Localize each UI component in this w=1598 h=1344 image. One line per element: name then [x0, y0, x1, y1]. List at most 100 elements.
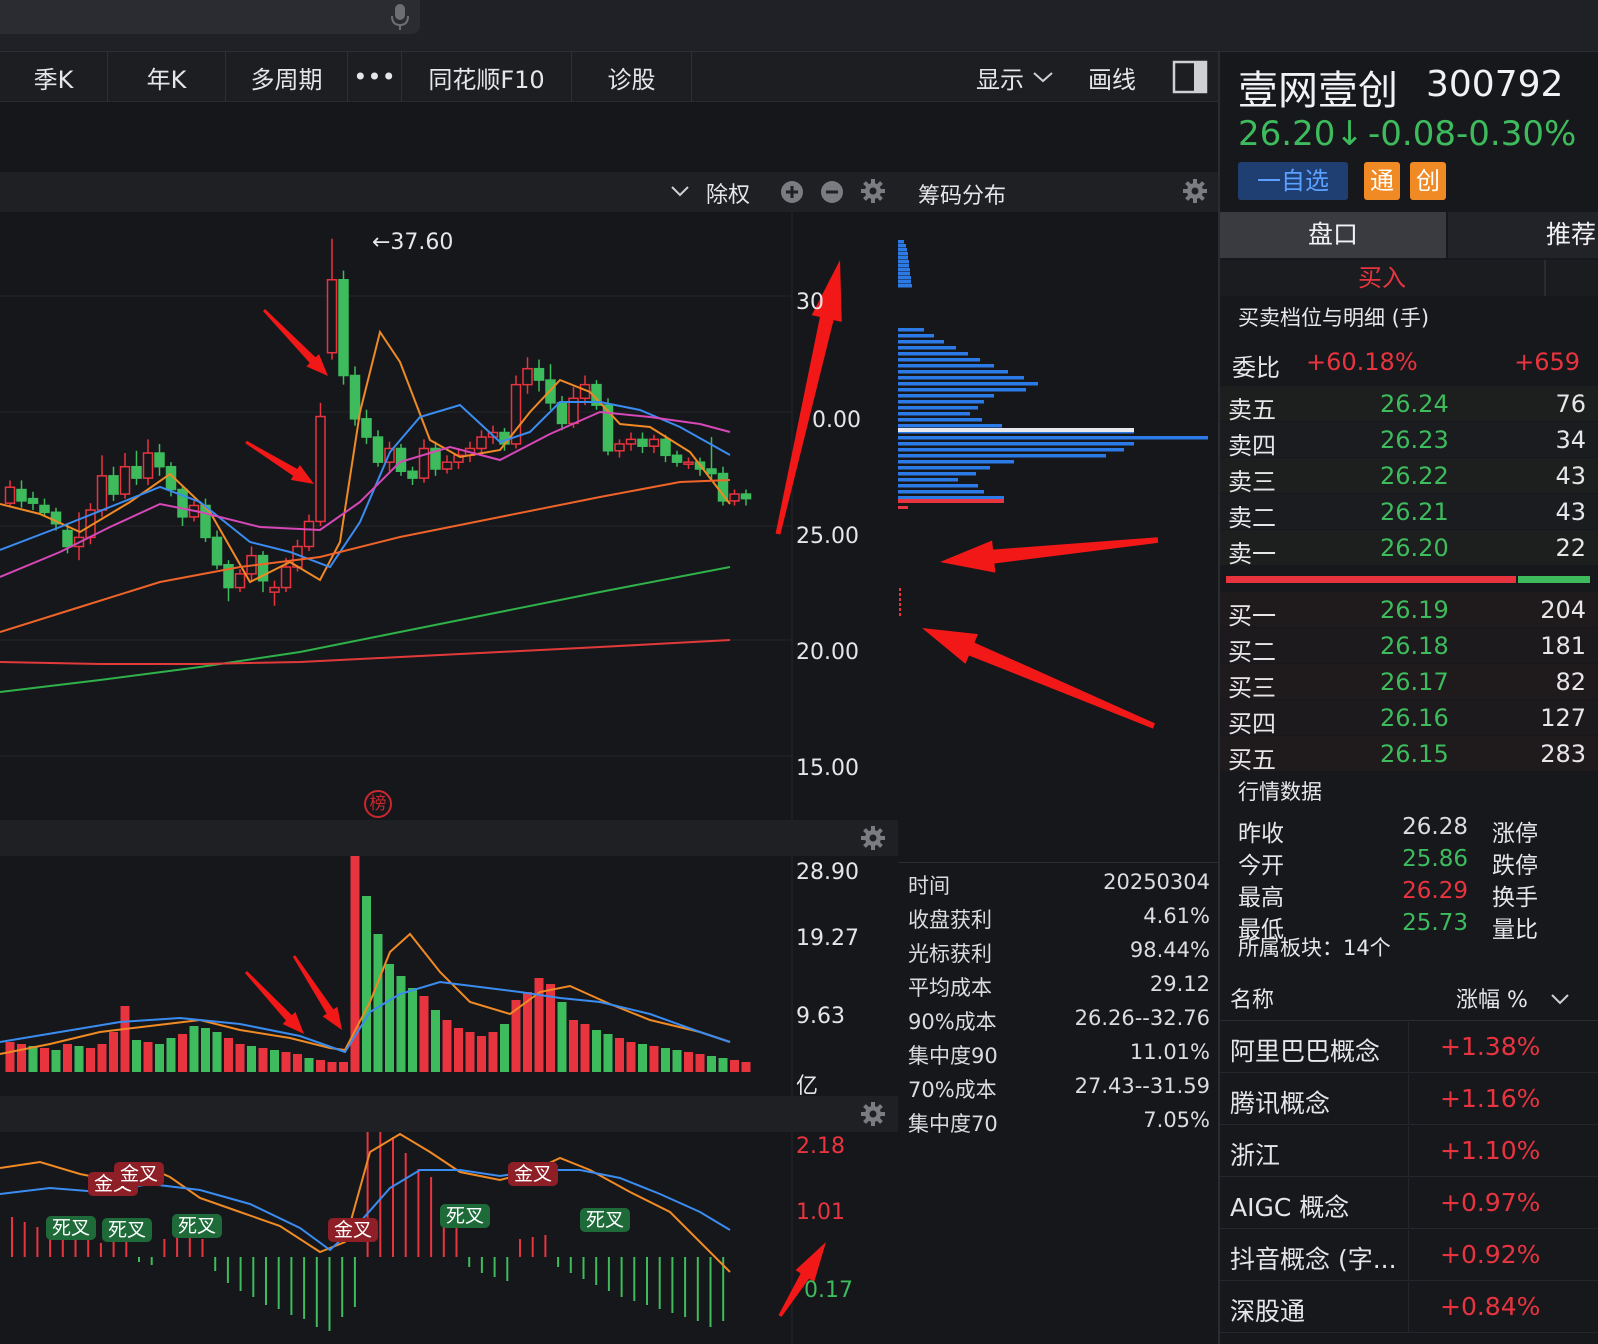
board-row[interactable]: 深股通 +0.84%: [1220, 1282, 1598, 1333]
sell-tab[interactable]: [1546, 260, 1598, 296]
bid-level[interactable]: 买五 26.15 283: [1220, 736, 1598, 774]
display-menu[interactable]: 显示: [976, 52, 1054, 102]
tab-multi-period[interactable]: 多周期: [226, 52, 348, 102]
board-row[interactable]: 抖音概念 (字... +0.92%: [1220, 1230, 1598, 1281]
chevron-down-icon[interactable]: [1550, 992, 1570, 1006]
board-row[interactable]: AIGC 概念 +0.97%: [1220, 1178, 1598, 1229]
tab-year-k[interactable]: 年K: [108, 52, 226, 102]
quote-label: 最高: [1238, 885, 1284, 911]
gear-icon[interactable]: [1182, 178, 1208, 204]
candlestick: [625, 432, 637, 451]
board-name: 阿里巴巴概念: [1230, 1037, 1381, 1066]
volume-bar: [178, 1034, 187, 1072]
bid-price: 26.19: [1380, 596, 1449, 624]
bid-level[interactable]: 买一 26.19 204: [1220, 592, 1598, 630]
volume-bar: [603, 1034, 613, 1072]
volume-bar: [120, 1006, 130, 1072]
ask-level[interactable]: 卖一 26.20 22: [1220, 530, 1598, 568]
bid-volume: 127: [1540, 704, 1586, 732]
chip-bar: [898, 388, 1026, 392]
ask-level[interactable]: 卖五 26.24 76: [1220, 386, 1598, 424]
ask-volume: 43: [1555, 462, 1586, 490]
more-icon[interactable]: •••: [348, 52, 402, 102]
ask-level[interactable]: 卖二 26.21 43: [1220, 494, 1598, 532]
board-change: +0.92%: [1440, 1240, 1541, 1269]
gem-tag[interactable]: 创: [1410, 162, 1446, 200]
gear-icon[interactable]: [860, 178, 886, 204]
board-name-header[interactable]: 名称: [1230, 982, 1274, 1014]
bid-level[interactable]: 买二 26.18 181: [1220, 628, 1598, 666]
board-row[interactable]: 阿里巴巴概念 +1.38%: [1220, 1022, 1598, 1073]
chip-bar: [898, 496, 1004, 500]
chip-bar: [898, 442, 1134, 446]
zoom-out-icon[interactable]: [820, 180, 844, 204]
ma120-line: [0, 566, 731, 693]
gear-icon[interactable]: [861, 1102, 885, 1126]
board-change: +0.84%: [1440, 1292, 1541, 1321]
microphone-icon[interactable]: [388, 2, 412, 32]
board-row[interactable]: 浙江 +1.10%: [1220, 1126, 1598, 1177]
gear-icon[interactable]: [861, 826, 885, 850]
volume-bar: [730, 1060, 739, 1072]
tab-diagnose[interactable]: 诊股: [572, 52, 692, 102]
candlestick: [223, 560, 234, 602]
volume-bar: [626, 1042, 636, 1072]
chip-bar: [898, 358, 980, 362]
column-divider: [1408, 1178, 1409, 1229]
board-row[interactable]: 腾讯概念 +1.16%: [1220, 1074, 1598, 1125]
candlestick: [361, 409, 372, 444]
board-change-header[interactable]: 涨幅 %: [1456, 982, 1528, 1014]
chip-bar: [898, 284, 912, 288]
tab-f10[interactable]: 同花顺F10: [402, 52, 572, 102]
quote-value: 26.29: [1402, 878, 1468, 904]
buy-tab[interactable]: 买入: [1220, 260, 1546, 296]
column-divider: [1408, 1126, 1409, 1177]
volume-bar: [293, 1054, 302, 1072]
bid-level[interactable]: 买三 26.17 82: [1220, 664, 1598, 702]
chip-stat-row: 收盘获利 4.61%: [908, 904, 1210, 937]
add-watchlist-button[interactable]: 一自选: [1238, 162, 1348, 200]
tab-recommend[interactable]: 推荐: [1448, 212, 1598, 258]
quote-right-label: 涨停: [1492, 821, 1538, 847]
candlestick: [27, 491, 39, 511]
chip-stat-value: 7.05%: [1143, 1108, 1210, 1132]
candlestick: [338, 270, 349, 385]
zoom-in-icon[interactable]: [780, 180, 804, 204]
chip-bar: [898, 328, 924, 332]
tab-quarter-k[interactable]: 季K: [0, 52, 108, 102]
weibi-diff: +659: [1514, 348, 1580, 376]
volume-bar: [74, 1046, 84, 1072]
chip-bar: [898, 460, 1014, 464]
connect-tag[interactable]: 通: [1364, 162, 1400, 200]
panel-toggle-icon[interactable]: [1172, 60, 1208, 94]
rank-badge[interactable]: 榜: [364, 790, 392, 818]
bid-price: 26.18: [1380, 632, 1449, 660]
price-axis-label: 0.00: [812, 408, 861, 433]
column-divider: [1408, 1282, 1409, 1333]
bid-level[interactable]: 买四 26.16 127: [1220, 700, 1598, 738]
volume-bar: [201, 1028, 210, 1072]
chip-bar: [898, 260, 909, 264]
tab-orderbook[interactable]: 盘口: [1220, 212, 1446, 258]
ask-level[interactable]: 卖三 26.22 43: [1220, 458, 1598, 496]
board-change: +1.16%: [1440, 1084, 1541, 1113]
volume-bar: [569, 1020, 578, 1072]
ask-level[interactable]: 卖四 26.23 34: [1220, 422, 1598, 460]
chip-bar: [898, 400, 984, 404]
candlestick: [257, 551, 269, 593]
volume-bar: [316, 1060, 325, 1072]
volume-bar: [362, 896, 371, 1072]
chip-bar-red: [898, 499, 1004, 503]
volume-bar: [385, 964, 394, 1072]
price-axis-label: 15.00: [796, 756, 859, 781]
search-box[interactable]: [0, 0, 420, 34]
chip-bar: [898, 376, 1024, 380]
draw-line-button[interactable]: 画线: [1088, 52, 1136, 102]
adjust-select[interactable]: 除权: [706, 177, 750, 209]
chip-bar: [898, 352, 968, 356]
volume-bar: [63, 1044, 72, 1072]
chevron-down-icon[interactable]: [670, 184, 690, 198]
weibi-pct: +60.18%: [1306, 348, 1418, 376]
ask-label: 卖四: [1228, 432, 1276, 460]
chip-distribution-chart[interactable]: [898, 212, 1218, 862]
